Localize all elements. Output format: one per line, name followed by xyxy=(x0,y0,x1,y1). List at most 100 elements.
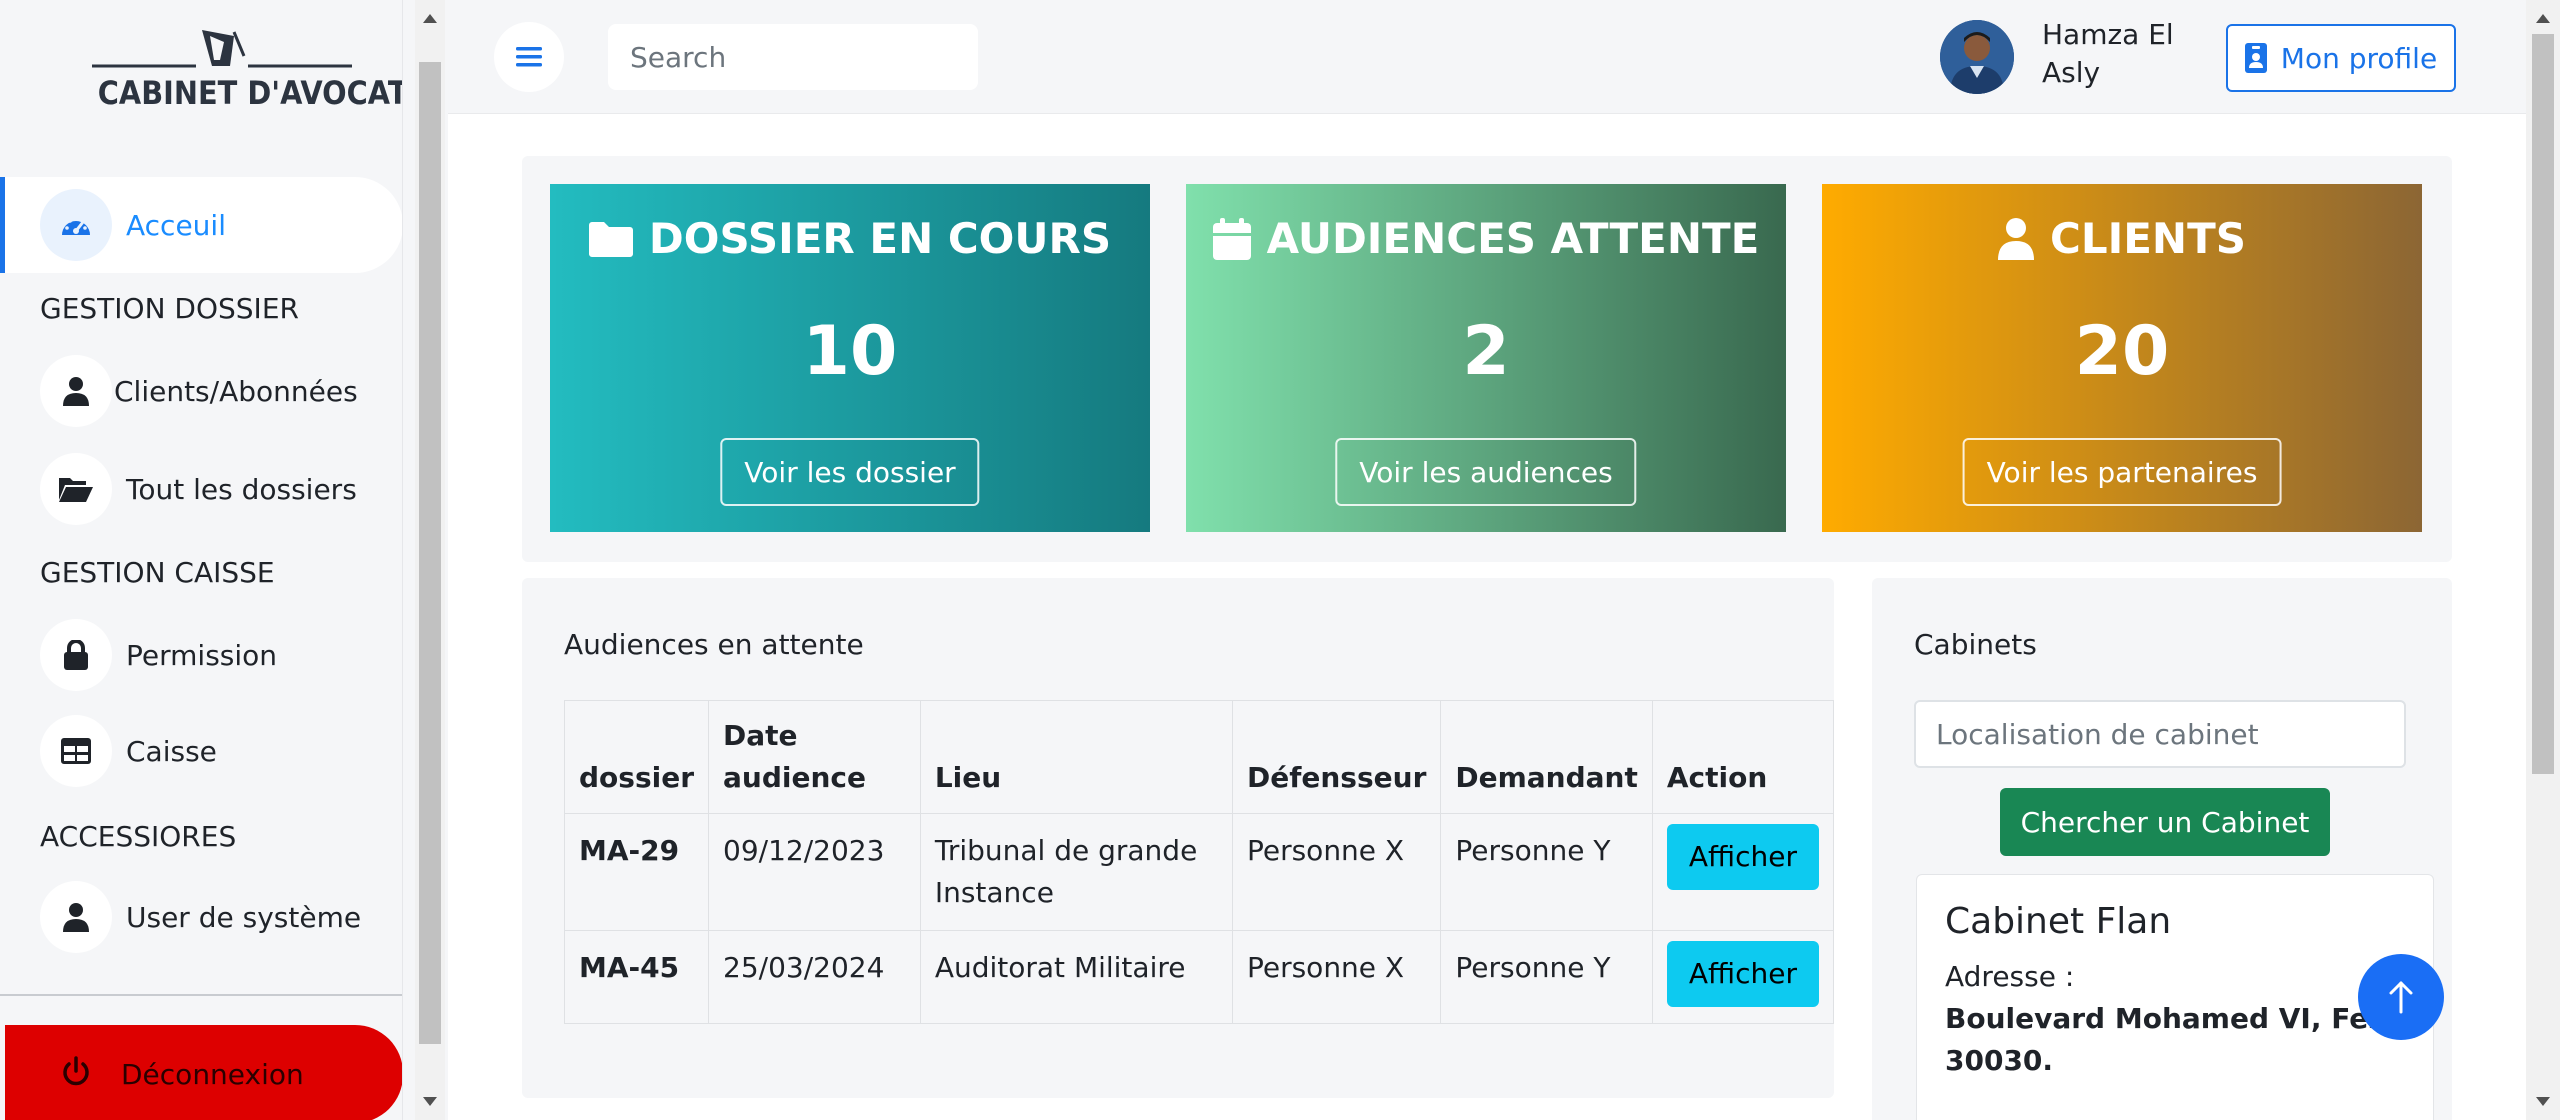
panel-title: Cabinets xyxy=(1914,628,2037,661)
profile-button-label: Mon profile xyxy=(2280,41,2438,75)
user-icon xyxy=(40,881,112,953)
menu-toggle-button[interactable] xyxy=(494,22,564,92)
sidebar-item-caisse[interactable]: Caisse xyxy=(40,714,400,788)
power-icon xyxy=(61,1056,91,1092)
hamburger-icon xyxy=(516,47,542,67)
cabinet-name: Cabinet Flan xyxy=(1945,901,2172,942)
column-header: Date audience xyxy=(708,700,921,814)
sidebar-item-label: Tout les dossiers xyxy=(126,472,357,506)
table-row: MA-45 25/03/2024 Auditorat Militaire Per… xyxy=(563,930,1835,1024)
sidebar-item-dossiers[interactable]: Tout les dossiers xyxy=(40,452,400,526)
afficher-button[interactable]: Afficher xyxy=(1666,824,1819,890)
view-audiences-button[interactable]: Voir les audiences xyxy=(1335,438,1637,506)
view-dossiers-button[interactable]: Voir les dossier xyxy=(720,438,980,506)
section-title-accessoires: ACCESSIORES xyxy=(40,820,237,853)
scroll-to-top-button[interactable] xyxy=(2358,954,2444,1040)
folder-open-icon xyxy=(40,453,112,525)
scrollbar-thumb[interactable] xyxy=(419,62,441,1044)
tachometer-icon xyxy=(40,189,112,261)
stat-card-clients: CLIENTS 20 Voir les partenaires xyxy=(1822,184,2422,532)
app-root: CABINET D'AVOCAT Acceuil GESTION DOSSIER… xyxy=(0,0,2560,1120)
cell-action: Afficher xyxy=(1651,813,1835,931)
logo[interactable]: CABINET D'AVOCAT xyxy=(84,26,403,120)
user-name: Hamza El Asly xyxy=(2042,18,2174,89)
cell-defenseur: Personne X xyxy=(1231,813,1442,931)
folder-icon xyxy=(588,221,633,257)
stat-card-audiences: AUDIENCES ATTENTE 2 Voir les audiences xyxy=(1186,184,1786,532)
audiences-table: dossier Date audience Lieu Défensseur De… xyxy=(563,700,1835,1024)
user-icon xyxy=(40,355,112,427)
sidebar-item-label: Permission xyxy=(126,638,278,672)
logout-label: Déconnexion xyxy=(121,1057,304,1091)
stat-title: AUDIENCES ATTENTE xyxy=(1186,214,1786,263)
scroll-down-arrow-icon[interactable] xyxy=(423,1097,437,1106)
sidebar-item-clients[interactable]: Clients/Abonnées xyxy=(40,354,400,428)
stat-title: DOSSIER EN COURS xyxy=(550,214,1150,263)
column-header: dossier xyxy=(563,700,710,814)
cabinet-address-label: Adresse : xyxy=(1945,960,2075,993)
logo-text: CABINET D'AVOCAT xyxy=(97,74,403,112)
sidebar-item-system-user[interactable]: User de système xyxy=(40,880,400,954)
stat-title-text: CLIENTS xyxy=(2050,214,2246,263)
cell-date: 25/03/2024 xyxy=(708,930,921,1024)
table-row: MA-29 09/12/2023 Tribunal de grande Inst… xyxy=(563,813,1835,931)
user-icon xyxy=(1998,217,2035,260)
cabinet-address: Boulevard Mohamed VI, Fes 30030. xyxy=(1945,1002,2385,1077)
stat-title-text: AUDIENCES ATTENTE xyxy=(1266,214,1760,263)
stat-title-text: DOSSIER EN COURS xyxy=(648,214,1112,263)
column-header: Action xyxy=(1651,700,1835,814)
cabinet-location-input[interactable] xyxy=(1914,700,2406,768)
sidebar-item-permission[interactable]: Permission xyxy=(40,618,400,692)
cabinet-card: Cabinet Flan Adresse : Boulevard Mohamed… xyxy=(1916,874,2434,1120)
id-badge-icon xyxy=(2244,43,2267,73)
cell-defenseur: Personne X xyxy=(1231,930,1442,1024)
search-input[interactable] xyxy=(608,24,978,90)
section-title-caisse: GESTION CAISSE xyxy=(40,556,275,589)
sidebar-item-home[interactable]: Acceuil xyxy=(40,188,400,262)
search-cabinet-button[interactable]: Chercher un Cabinet xyxy=(2000,788,2330,856)
cell-demandant: Personne Y xyxy=(1440,813,1653,931)
column-header: Demandant xyxy=(1440,700,1653,814)
scales-logo-icon xyxy=(92,30,352,68)
profile-button[interactable]: Mon profile xyxy=(2226,24,2456,92)
scroll-down-arrow-icon[interactable] xyxy=(2536,1097,2550,1106)
sidebar-item-label: Clients/Abonnées xyxy=(114,374,358,408)
table-header-row: dossier Date audience Lieu Défensseur De… xyxy=(563,700,1835,814)
cell-action: Afficher xyxy=(1651,930,1835,1024)
sidebar-item-label: Caisse xyxy=(126,734,217,768)
afficher-button[interactable]: Afficher xyxy=(1666,941,1819,1007)
cell-demandant: Personne Y xyxy=(1440,930,1653,1024)
scroll-up-arrow-icon[interactable] xyxy=(423,14,437,23)
audiences-panel: Audiences en attente dossier Date audien… xyxy=(522,578,1835,1098)
stat-value: 2 xyxy=(1462,312,1510,391)
cell-dossier: MA-29 xyxy=(563,813,710,931)
stat-title: CLIENTS xyxy=(1822,214,2422,263)
sidebar-divider xyxy=(0,994,402,996)
calendar-icon xyxy=(1212,217,1251,260)
page-scrollbar[interactable] xyxy=(2526,0,2560,1120)
topbar: Hamza El Asly Mon profile xyxy=(448,0,2526,114)
cell-dossier: MA-45 xyxy=(563,930,710,1024)
section-title-dossier: GESTION DOSSIER xyxy=(40,292,299,325)
main-content: DOSSIER EN COURS 10 Voir les dossier AUD… xyxy=(448,114,2526,1120)
avatar[interactable] xyxy=(1940,20,2014,94)
stat-value: 10 xyxy=(802,312,898,391)
stat-card-dossiers: DOSSIER EN COURS 10 Voir les dossier xyxy=(550,184,1150,532)
cell-lieu: Auditorat Militaire xyxy=(919,930,1233,1024)
scroll-up-arrow-icon[interactable] xyxy=(2536,14,2550,23)
stats-panel: DOSSIER EN COURS 10 Voir les dossier AUD… xyxy=(522,156,2452,562)
sidebar: CABINET D'AVOCAT Acceuil GESTION DOSSIER… xyxy=(0,0,403,1120)
scrollbar-thumb[interactable] xyxy=(2532,34,2554,774)
stat-value: 20 xyxy=(2074,312,2170,391)
column-header: Lieu xyxy=(919,700,1233,814)
cell-date: 09/12/2023 xyxy=(708,813,921,931)
arrow-up-icon xyxy=(2389,981,2413,1014)
view-partenaires-button[interactable]: Voir les partenaires xyxy=(1962,438,2282,506)
sidebar-scrollbar[interactable] xyxy=(415,0,445,1120)
column-header: Défensseur xyxy=(1231,700,1442,814)
sidebar-item-label: User de système xyxy=(126,900,362,934)
logout-button[interactable]: Déconnexion xyxy=(5,1025,402,1120)
table-icon xyxy=(40,715,112,787)
cabinets-panel: Cabinets Chercher un Cabinet Cabinet Fla… xyxy=(1872,578,2452,1120)
sidebar-item-label: Acceuil xyxy=(126,208,226,242)
